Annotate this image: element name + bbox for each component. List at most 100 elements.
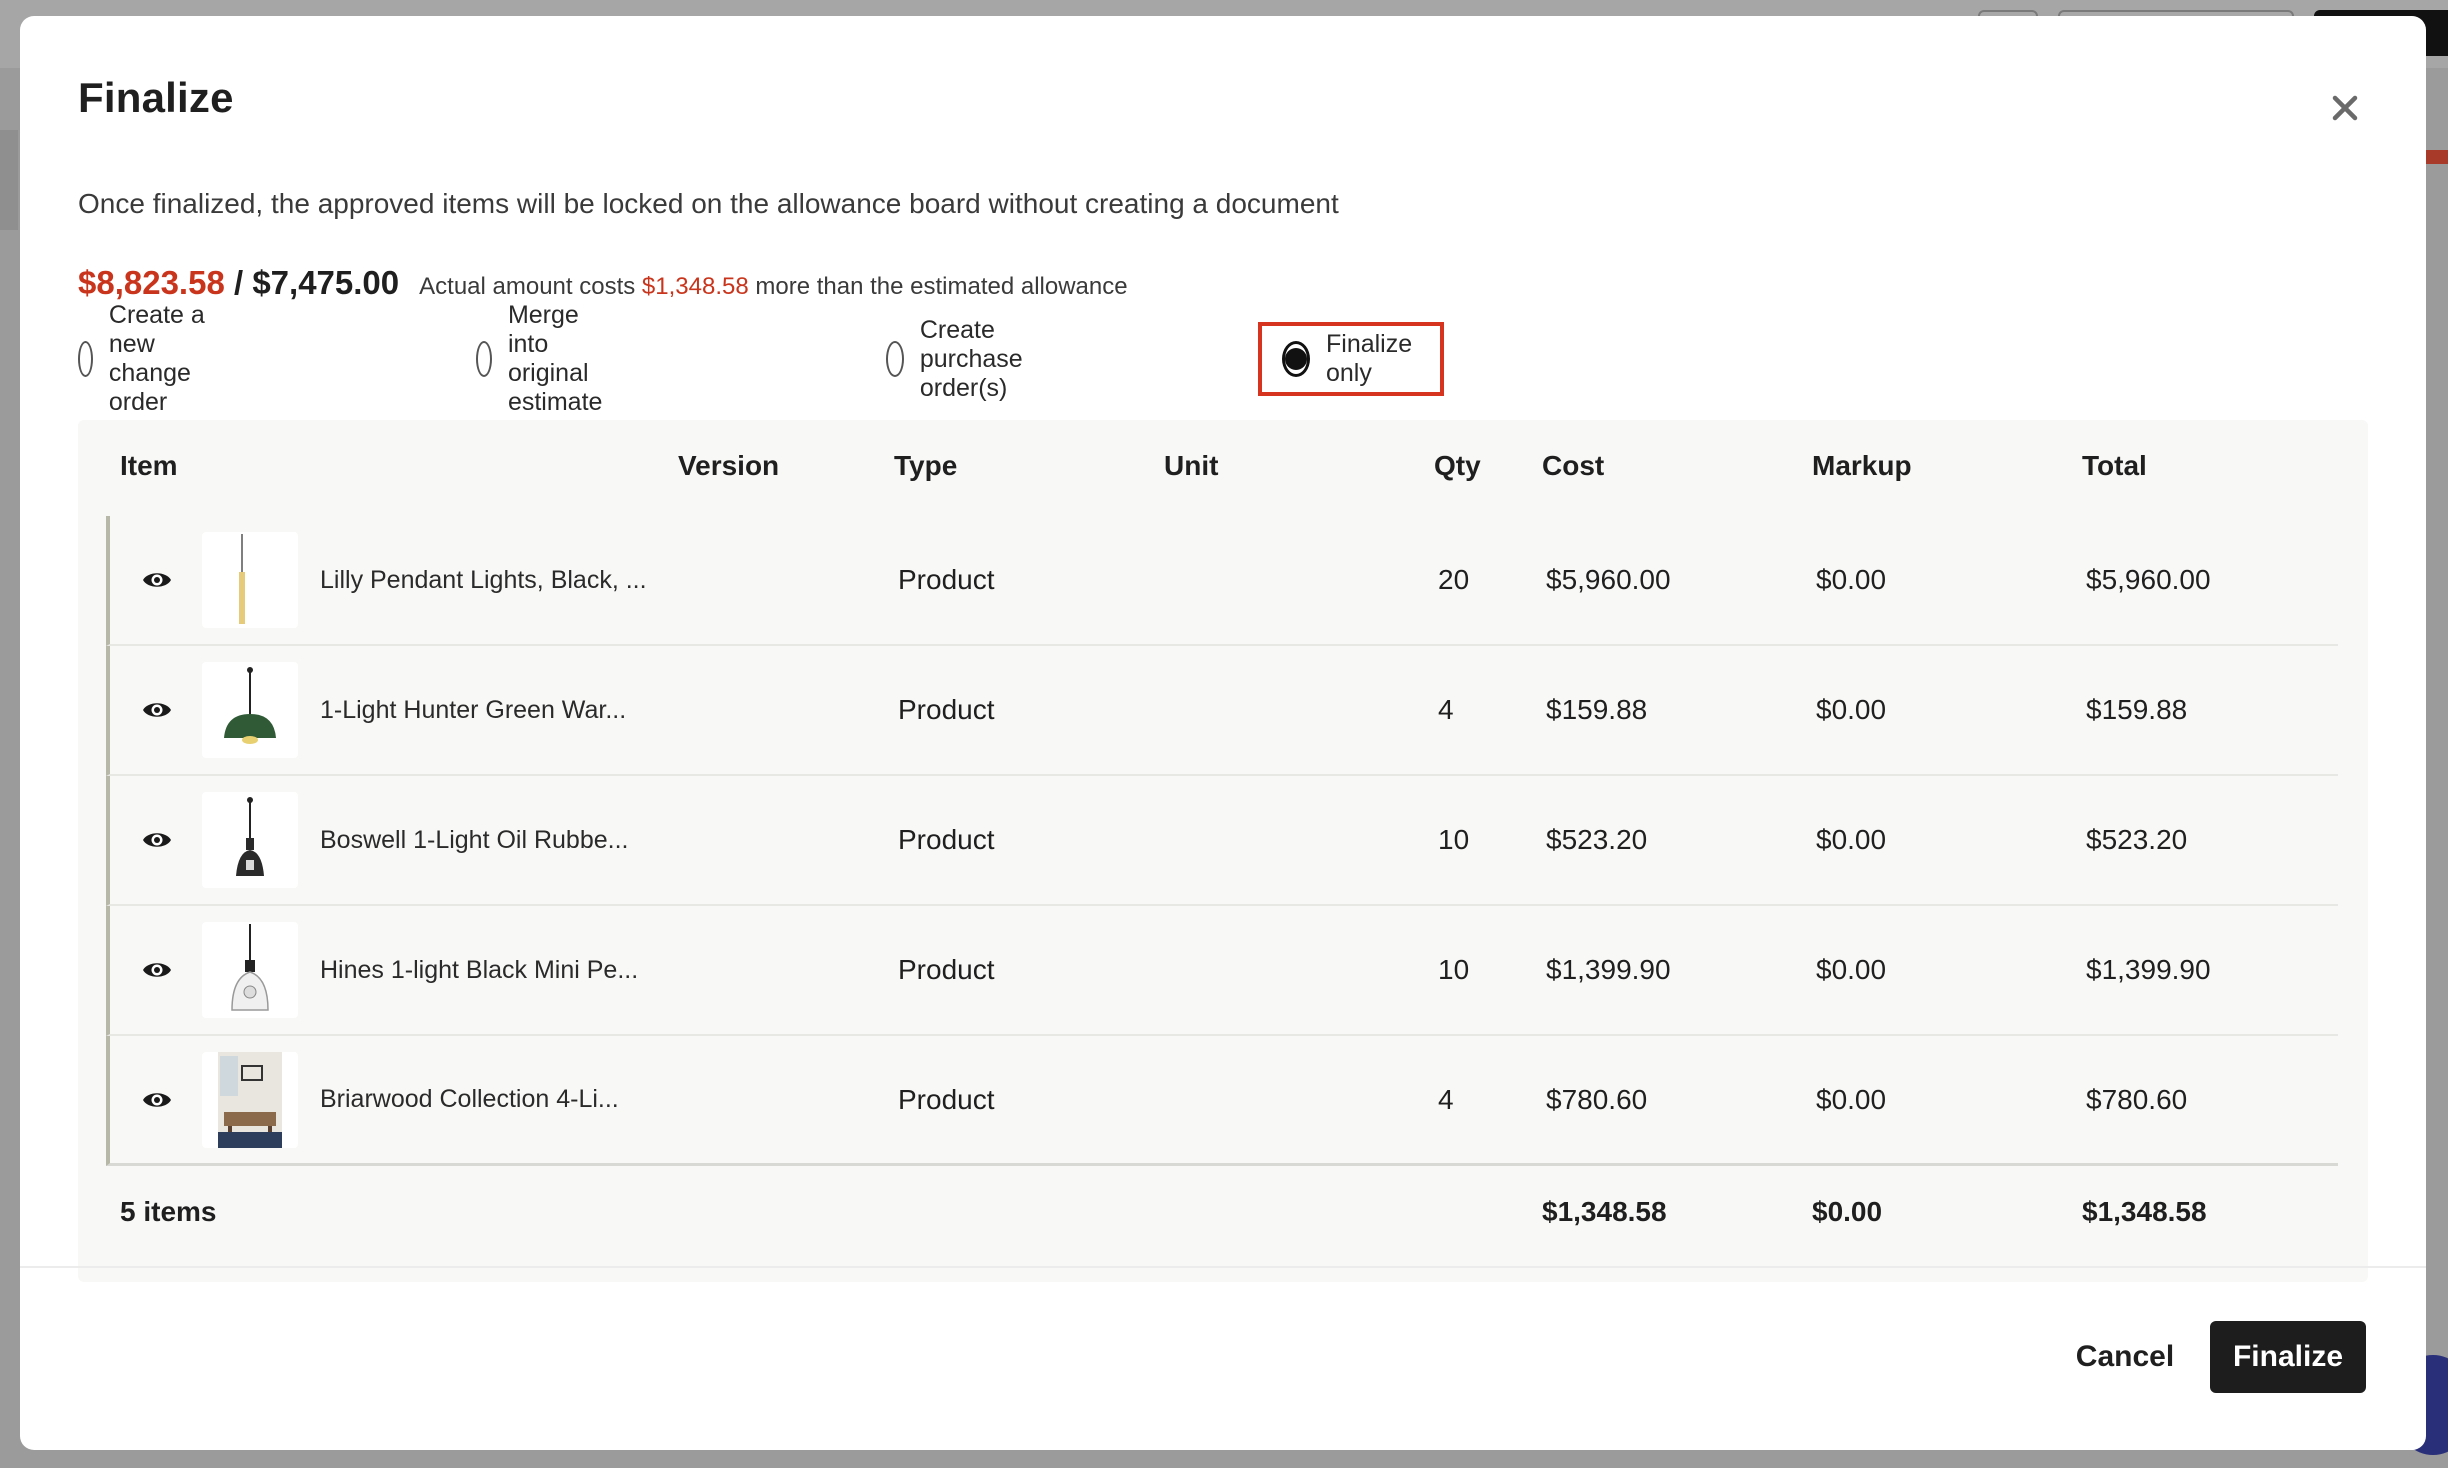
items-table: Item Version Type Unit Qty Cost Markup T… [78,420,2368,1282]
footer-divider [20,1266,2426,1268]
estimated-amount: $7,475.00 [252,264,400,301]
eye-icon [143,833,171,847]
item-name: 1-Light Hunter Green War... [320,695,627,724]
actual-amount: $8,823.58 [78,264,225,301]
table-row[interactable]: 1-Light Hunter Green War... Product 4 $1… [106,646,2338,776]
preview-toggle[interactable] [140,516,174,644]
amount-separator: / [233,264,244,301]
item-type: Product [898,954,995,985]
item-thumbnail [202,662,298,758]
item-markup: $0.00 [1816,824,1887,855]
preview-toggle[interactable] [140,906,174,1034]
footer-cost: $1,348.58 [1542,1196,1667,1227]
header-item: Item [120,450,178,481]
amount-note: Actual amount costs $1,348.58 more than … [419,273,1127,301]
header-qty: Qty [1434,450,1481,481]
option-label: Finalize only [1326,330,1413,387]
item-thumbnail [202,1052,298,1148]
footer-markup: $0.00 [1812,1196,1883,1227]
close-button[interactable] [2325,88,2365,128]
preview-toggle[interactable] [140,776,174,904]
room-photo-icon [218,1052,282,1148]
header-version: Version [678,450,780,481]
item-name: Briarwood Collection 4-Li... [320,1085,619,1113]
table-row[interactable]: Boswell 1-Light Oil Rubbe... Product 10 … [106,776,2338,906]
option-create-change-order[interactable]: Create a new change order [78,301,212,416]
eye-icon [143,703,171,717]
footer-total: $1,348.58 [2082,1196,2207,1227]
header-markup: Markup [1812,450,1912,481]
option-label: Create purchase order(s) [919,315,1023,402]
option-label: Create a new change order [108,301,205,416]
item-total: $523.20 [2086,824,2188,855]
close-icon [2332,95,2358,121]
item-cost: $780.60 [1546,1083,1648,1115]
modal-title: Finalize [78,74,234,121]
item-markup: $0.00 [1816,694,1887,725]
amount-summary: $8,823.58 / $7,475.00 Actual amount cost… [78,264,1128,302]
item-type: Product [898,694,995,725]
finalize-modal: Finalize Once finalized, the approved it… [20,16,2426,1450]
item-type: Product [898,824,995,855]
item-cost: $159.88 [1546,694,1648,725]
eye-icon [143,573,171,587]
table-body: Lilly Pendant Lights, Black, ... Product… [106,516,2338,1166]
modal-description: Once finalized, the approved items will … [78,188,1339,219]
radio-button[interactable] [476,341,492,377]
table-row[interactable]: Briarwood Collection 4-Li... Product 4 $… [106,1036,2338,1166]
option-finalize-only[interactable]: Finalize only [1258,322,1445,396]
item-thumbnail [202,792,298,888]
background-indicator [2424,150,2448,164]
table-row[interactable]: Lilly Pendant Lights, Black, ... Product… [106,516,2338,646]
difference-amount: $1,348.58 [641,273,749,300]
eye-icon [143,963,171,977]
header-type: Type [894,450,958,481]
item-cost: $1,399.90 [1546,954,1671,985]
header-cost: Cost [1542,450,1605,481]
cancel-button[interactable]: Cancel [2050,1321,2200,1393]
item-total: $1,399.90 [2086,954,2211,985]
item-name: Hines 1-light Black Mini Pe... [320,955,639,984]
option-merge-estimate[interactable]: Merge into original estimate [476,301,622,416]
radio-button[interactable] [886,341,904,377]
table-row[interactable]: Hines 1-light Black Mini Pe... Product 1… [106,906,2338,1036]
pendant-light-glass-icon [231,924,269,1011]
item-total: $5,960.00 [2086,564,2211,595]
item-total: $780.60 [2086,1083,2188,1115]
pendant-light-green-icon [224,667,276,744]
finalize-button[interactable]: Finalize [2210,1321,2366,1393]
radio-button[interactable] [78,341,93,377]
preview-toggle[interactable] [140,646,174,774]
item-thumbnail [202,922,298,1018]
item-count: 5 items [120,1196,217,1227]
item-cost: $5,960.00 [1546,564,1671,595]
table-footer: 5 items $1,348.58 $0.00 $1,348.58 [78,1176,2368,1256]
pendant-light-bronze-icon [236,797,264,876]
pendant-light-gold-icon [239,534,245,624]
header-total: Total [2082,450,2147,481]
radio-button-selected[interactable] [1282,341,1310,377]
item-qty: 20 [1438,564,1470,595]
item-qty: 10 [1438,824,1470,855]
background-sidebar [0,130,18,230]
option-label: Merge into original estimate [507,301,603,416]
eye-icon [143,1092,171,1107]
item-qty: 4 [1438,694,1454,725]
item-type: Product [898,1083,995,1115]
item-qty: 10 [1438,954,1470,985]
item-qty: 4 [1438,1083,1454,1115]
header-unit: Unit [1164,450,1219,481]
item-total: $159.88 [2086,694,2188,725]
item-markup: $0.00 [1816,564,1887,595]
note-prefix: Actual amount costs [419,273,636,300]
item-cost: $523.20 [1546,824,1648,855]
preview-toggle[interactable] [140,1036,174,1163]
table-header: Item Version Type Unit Qty Cost Markup T… [78,420,2368,516]
item-name: Lilly Pendant Lights, Black, ... [320,565,647,594]
amount-comparison: $8,823.58 / $7,475.00 [78,264,399,302]
note-suffix: more than the estimated allowance [755,273,1128,300]
item-thumbnail [202,532,298,628]
option-create-purchase-orders[interactable]: Create purchase order(s) [886,316,1041,402]
item-type: Product [898,564,995,595]
item-markup: $0.00 [1816,954,1887,985]
